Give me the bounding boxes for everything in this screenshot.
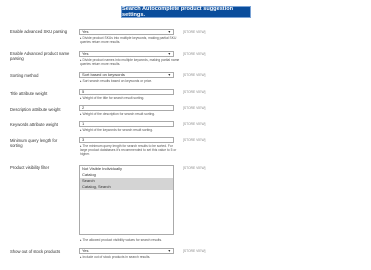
- chevron-down-icon: ▼: [167, 249, 171, 253]
- scope-label: [STORE VIEW]: [183, 122, 206, 126]
- visibility-option[interactable]: Catalog, Search: [80, 184, 173, 190]
- scope-label: [STORE VIEW]: [183, 73, 206, 77]
- label-out-of-stock: Show out of stock products: [10, 249, 61, 254]
- out-of-stock-value: Yes: [82, 248, 89, 253]
- min-query-length-input[interactable]: 3: [79, 137, 174, 143]
- scope-label: [STORE VIEW]: [183, 52, 206, 56]
- name-parsing-select[interactable]: Yes ▼: [79, 51, 174, 57]
- note-out-of-stock: ▸Include out of stock products in search…: [80, 255, 151, 259]
- banner-text: Search Autocomplete product suggestion s…: [122, 6, 234, 18]
- label-min-query-length: Minimum query length for sorting: [10, 138, 58, 148]
- settings-banner: Search Autocomplete product suggestion s…: [121, 6, 251, 18]
- label-keywords-weight: Keywords attribute weight: [10, 122, 58, 127]
- out-of-stock-select[interactable]: Yes ▼: [79, 248, 174, 254]
- sku-parsing-value: Yes: [82, 29, 89, 34]
- visibility-multiselect[interactable]: Not Visible Individually Catalog Search …: [79, 165, 174, 235]
- scope-label: [STORE VIEW]: [183, 30, 206, 34]
- sorting-method-select[interactable]: Sort based on keywords ▼: [79, 72, 174, 78]
- note-arrow-icon: ▸: [80, 79, 82, 83]
- chevron-down-icon: ▼: [167, 30, 171, 34]
- label-sorting-method: Sorting method: [10, 73, 39, 78]
- chevron-down-icon: ▼: [167, 52, 171, 56]
- note-arrow-icon: ▸: [80, 128, 82, 132]
- scope-label: [STORE VIEW]: [183, 106, 206, 110]
- title-weight-input[interactable]: 5: [79, 89, 174, 95]
- scope-label: [STORE VIEW]: [183, 138, 206, 142]
- scope-label: [STORE VIEW]: [183, 166, 206, 170]
- name-parsing-value: Yes: [82, 51, 89, 56]
- note-sku-parsing: ▸Divide product SKUs into multiple keywo…: [80, 36, 177, 45]
- label-description-weight: Description attribute weight: [10, 107, 61, 112]
- min-query-length-value: 3: [79, 137, 174, 143]
- note-name-parsing: ▸Divide product names into multiple keyw…: [80, 58, 180, 67]
- label-sku-parsing: Enable advanced SKU parsing: [10, 29, 68, 34]
- note-arrow-icon: ▸: [80, 238, 82, 242]
- keywords-weight-value: 1: [79, 121, 174, 127]
- chevron-down-icon: ▼: [167, 73, 171, 77]
- title-weight-value: 5: [79, 89, 174, 95]
- sorting-method-value: Sort based on keywords: [82, 72, 125, 77]
- note-visibility-filter: ▸The allowed product visibility values f…: [80, 238, 163, 242]
- note-title-weight: ▸Weight of the title for search result s…: [80, 96, 145, 100]
- note-sorting-method: ▸Sort search results based on keywords o…: [80, 79, 153, 83]
- label-title-weight: Title attribute weight: [10, 91, 48, 96]
- scope-label: [STORE VIEW]: [183, 249, 206, 253]
- note-keywords-weight: ▸Weight of the keywords for search resul…: [80, 128, 154, 132]
- note-arrow-icon: ▸: [80, 255, 82, 259]
- note-min-query-length: ▸The minimum query length for search res…: [80, 144, 177, 157]
- scope-label: [STORE VIEW]: [183, 90, 206, 94]
- label-name-parsing: Enable Advanced product name parsing: [10, 51, 70, 61]
- description-weight-input[interactable]: 2: [79, 105, 174, 111]
- label-visibility-filter: Product visibility filter: [10, 165, 50, 170]
- keywords-weight-input[interactable]: 1: [79, 121, 174, 127]
- sku-parsing-select[interactable]: Yes ▼: [79, 29, 174, 35]
- note-description-weight: ▸Weight of the description for search re…: [80, 112, 156, 116]
- note-arrow-icon: ▸: [80, 96, 82, 100]
- description-weight-value: 2: [79, 105, 174, 111]
- note-arrow-icon: ▸: [80, 112, 82, 116]
